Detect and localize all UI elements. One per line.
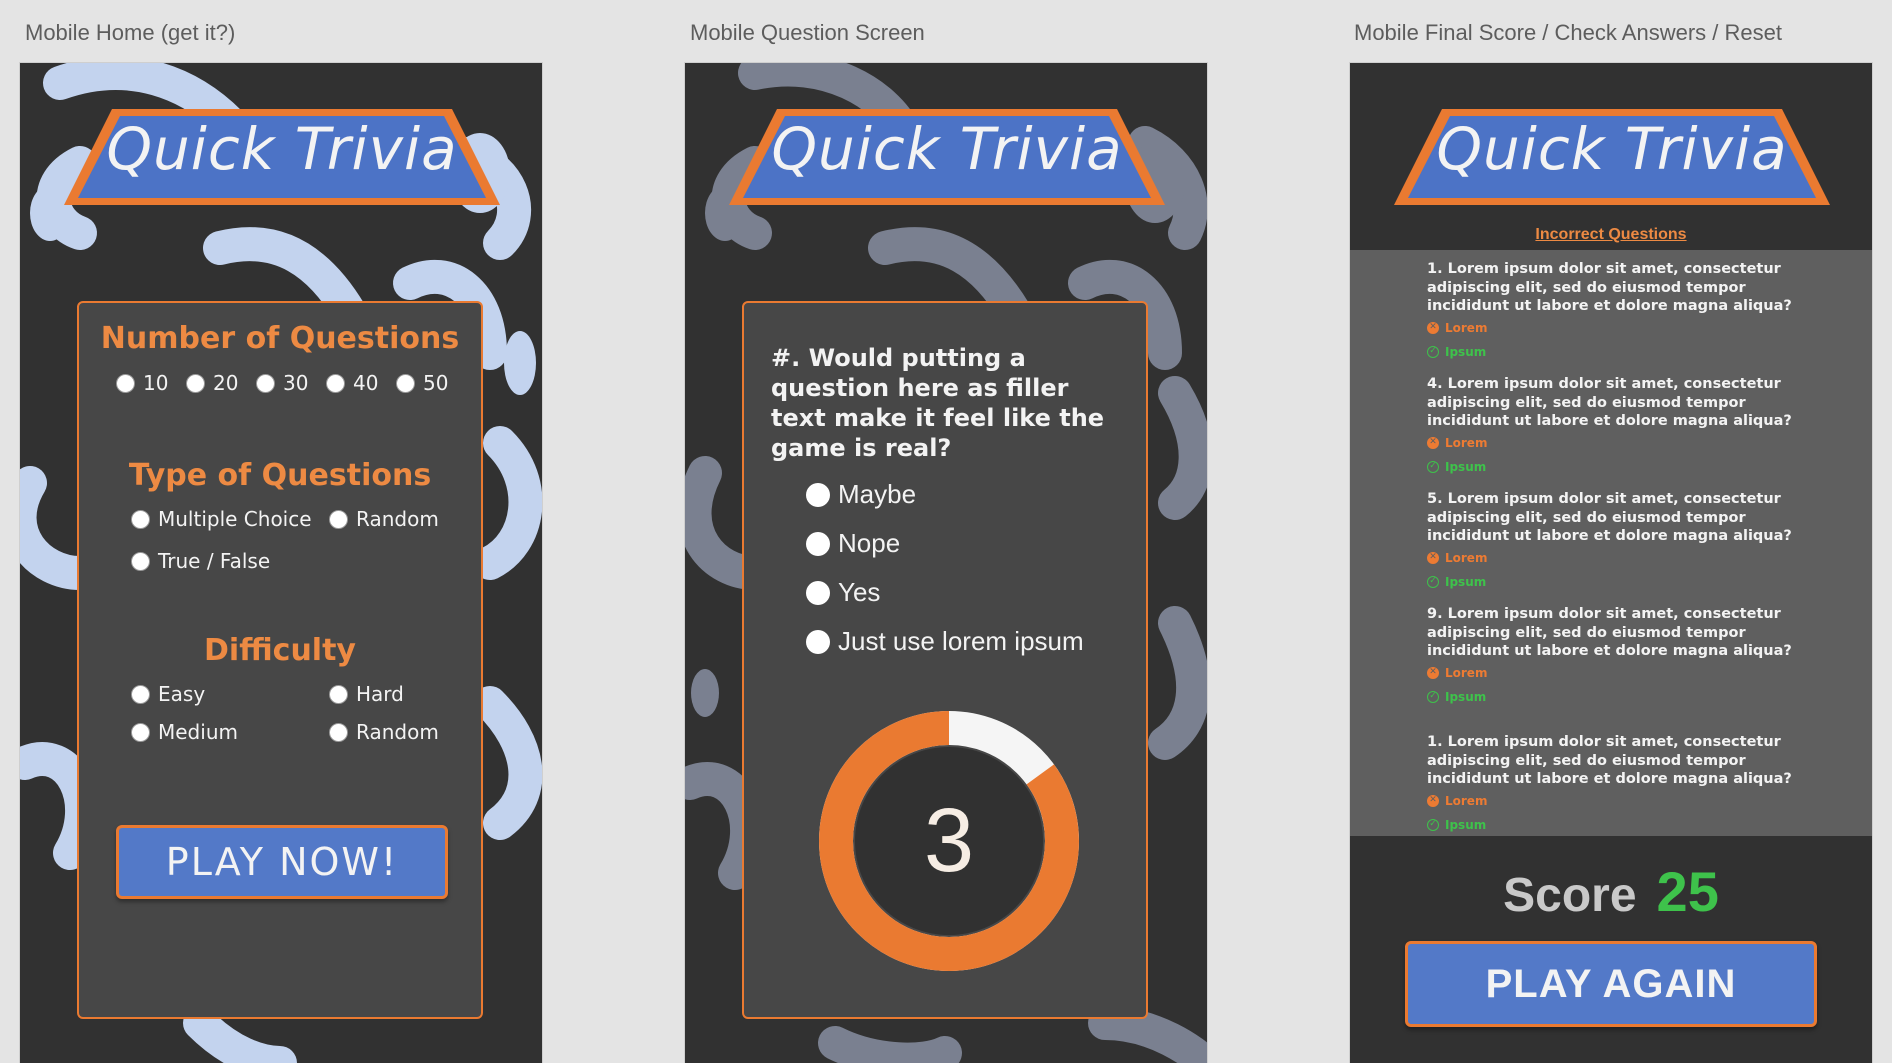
x-circle-icon: ✕ bbox=[1427, 666, 1439, 679]
incorrect-question-text: 1. Lorem ipsum dolor sit amet, consectet… bbox=[1427, 261, 1792, 314]
radio-circle-icon[interactable] bbox=[329, 509, 348, 529]
wrong-answer: ✕ Lorem bbox=[1427, 546, 1807, 570]
radio-count-40[interactable]: 40 bbox=[326, 371, 378, 395]
check-circle-icon: ✓ bbox=[1427, 818, 1439, 831]
radio-count-30[interactable]: 30 bbox=[256, 371, 308, 395]
final-screen: Quick Trivia Incorrect Questions 1. Lore… bbox=[1350, 63, 1872, 1063]
radio-circle-icon[interactable] bbox=[329, 684, 348, 704]
radio-count-10[interactable]: 10 bbox=[116, 371, 168, 395]
check-circle-icon: ✓ bbox=[1427, 575, 1439, 588]
correct-answer: ✓ Ipsum bbox=[1427, 813, 1807, 837]
timer-value: 3 bbox=[924, 791, 974, 891]
radio-type-true-false[interactable]: True / False bbox=[131, 549, 270, 573]
number-of-questions-title: Number of Questions bbox=[100, 321, 460, 356]
correct-answer: ✓ Ipsum bbox=[1427, 455, 1807, 479]
play-again-button[interactable]: PLAY AGAIN bbox=[1405, 941, 1817, 1027]
title-banner bbox=[64, 109, 500, 205]
check-circle-icon: ✓ bbox=[1427, 690, 1439, 703]
answer-option-yes[interactable]: Yes bbox=[806, 577, 880, 608]
radio-circle-icon[interactable] bbox=[329, 722, 348, 742]
radio-circle-icon[interactable] bbox=[116, 373, 135, 393]
radio-circle-icon[interactable] bbox=[396, 373, 415, 393]
x-circle-icon: ✕ bbox=[1427, 551, 1439, 564]
x-circle-icon: ✕ bbox=[1427, 794, 1439, 807]
countdown-timer: 3 bbox=[819, 711, 1079, 971]
home-screen: Quick Trivia Number of Questions 10 20 3… bbox=[20, 63, 542, 1063]
radio-circle-icon[interactable] bbox=[806, 629, 830, 654]
list-item: 1. Lorem ipsum dolor sit amet, consectet… bbox=[1427, 733, 1807, 836]
difficulty-title: Difficulty bbox=[204, 633, 356, 668]
artboard-label-final: Mobile Final Score / Check Answers / Res… bbox=[1354, 20, 1782, 45]
answer-option-lorem[interactable]: Just use lorem ipsum bbox=[806, 626, 1084, 657]
wrong-answer: ✕ Lorem bbox=[1427, 661, 1807, 685]
wrong-answer: ✕ Lorem bbox=[1427, 789, 1807, 813]
question-screen: Quick Trivia #. Would putting a question… bbox=[685, 63, 1207, 1063]
score-label: Score bbox=[1503, 869, 1637, 922]
radio-count-20[interactable]: 20 bbox=[186, 371, 238, 395]
type-of-questions-title: Type of Questions bbox=[128, 458, 432, 493]
artboard-label-question: Mobile Question Screen bbox=[690, 20, 925, 45]
radio-circle-icon[interactable] bbox=[806, 531, 830, 556]
incorrect-questions-list[interactable]: 1. Lorem ipsum dolor sit amet, consectet… bbox=[1350, 250, 1872, 836]
score-value: 25 bbox=[1656, 860, 1719, 923]
radio-difficulty-medium[interactable]: Medium bbox=[131, 720, 238, 744]
radio-circle-icon[interactable] bbox=[131, 509, 150, 529]
radio-circle-icon[interactable] bbox=[256, 373, 275, 393]
correct-answer: ✓ Ipsum bbox=[1427, 570, 1807, 594]
list-item: 4. Lorem ipsum dolor sit amet, consectet… bbox=[1427, 375, 1807, 479]
list-item: 1. Lorem ipsum dolor sit amet, consectet… bbox=[1427, 260, 1807, 364]
correct-answer: ✓ Ipsum bbox=[1427, 340, 1807, 364]
question-text: #. Would putting a question here as fill… bbox=[771, 344, 1105, 462]
question-panel: #. Would putting a question here as fill… bbox=[742, 301, 1148, 1019]
list-item: 9. Lorem ipsum dolor sit amet, consectet… bbox=[1427, 605, 1807, 709]
correct-answer: ✓ Ipsum bbox=[1427, 685, 1807, 709]
settings-panel: Number of Questions 10 20 30 40 50 Type … bbox=[77, 301, 483, 1019]
score-display: Score 25 bbox=[1350, 859, 1872, 924]
radio-difficulty-random[interactable]: Random bbox=[329, 720, 439, 744]
list-item: 5. Lorem ipsum dolor sit amet, consectet… bbox=[1427, 490, 1807, 594]
incorrect-question-text: 1. Lorem ipsum dolor sit amet, consectet… bbox=[1427, 734, 1792, 787]
radio-difficulty-hard[interactable]: Hard bbox=[329, 682, 404, 706]
radio-circle-icon[interactable] bbox=[806, 482, 830, 507]
incorrect-question-text: 9. Lorem ipsum dolor sit amet, consectet… bbox=[1427, 606, 1792, 659]
radio-circle-icon[interactable] bbox=[131, 551, 150, 571]
radio-type-multiple-choice[interactable]: Multiple Choice bbox=[131, 507, 312, 531]
play-now-button[interactable]: PLAY NOW! bbox=[116, 825, 448, 899]
incorrect-question-text: 5. Lorem ipsum dolor sit amet, consectet… bbox=[1427, 491, 1792, 544]
x-circle-icon: ✕ bbox=[1427, 436, 1439, 449]
title-banner bbox=[729, 109, 1165, 205]
radio-type-random[interactable]: Random bbox=[329, 507, 439, 531]
answer-option-nope[interactable]: Nope bbox=[806, 528, 900, 559]
radio-circle-icon[interactable] bbox=[186, 373, 205, 393]
artboard-label-home: Mobile Home (get it?) bbox=[25, 20, 236, 45]
wrong-answer: ✕ Lorem bbox=[1427, 316, 1807, 340]
radio-circle-icon[interactable] bbox=[131, 684, 150, 704]
radio-circle-icon[interactable] bbox=[806, 580, 830, 605]
radio-circle-icon[interactable] bbox=[131, 722, 150, 742]
radio-count-50[interactable]: 50 bbox=[396, 371, 448, 395]
radio-difficulty-easy[interactable]: Easy bbox=[131, 682, 205, 706]
title-banner bbox=[1394, 109, 1830, 205]
check-circle-icon: ✓ bbox=[1427, 345, 1439, 358]
incorrect-question-text: 4. Lorem ipsum dolor sit amet, consectet… bbox=[1427, 376, 1792, 429]
answer-option-maybe[interactable]: Maybe bbox=[806, 479, 916, 510]
incorrect-questions-link[interactable]: Incorrect Questions bbox=[1350, 226, 1872, 244]
radio-circle-icon[interactable] bbox=[326, 373, 345, 393]
wrong-answer: ✕ Lorem bbox=[1427, 431, 1807, 455]
check-circle-icon: ✓ bbox=[1427, 460, 1439, 473]
x-circle-icon: ✕ bbox=[1427, 321, 1439, 334]
